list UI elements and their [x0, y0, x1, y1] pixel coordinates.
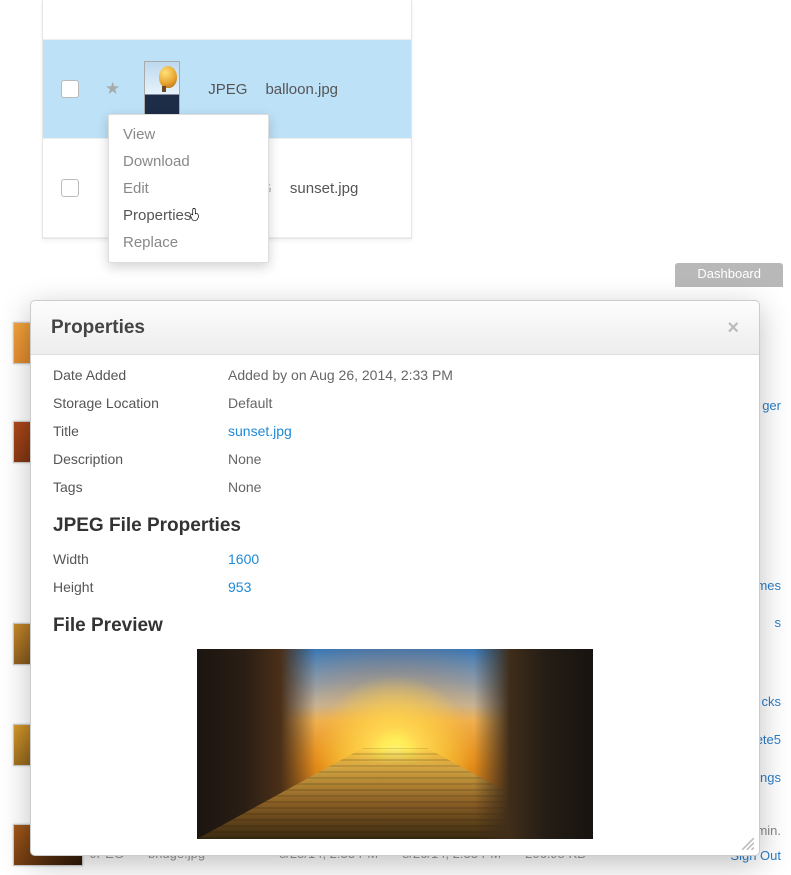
bg-link[interactable]: ger — [762, 398, 781, 413]
bg-link[interactable]: cks — [762, 694, 782, 709]
resize-grip-icon[interactable] — [741, 837, 755, 851]
file-preview-image — [197, 649, 593, 839]
prop-value-link[interactable]: 1600 — [228, 551, 259, 567]
modal-header: Properties × — [31, 301, 759, 355]
prop-value: Added by on Aug 26, 2014, 2:33 PM — [228, 367, 453, 383]
modal-body: Date Added Added by on Aug 26, 2014, 2:3… — [31, 355, 759, 855]
prop-row: Width 1600 — [53, 545, 737, 573]
context-menu-download[interactable]: Download — [109, 148, 268, 175]
pointer-cursor-icon — [189, 207, 203, 225]
star-icon[interactable]: ★ — [105, 79, 120, 99]
properties-modal: Properties × Date Added Added by on Aug … — [30, 300, 760, 856]
context-menu-replace[interactable]: Replace — [109, 229, 268, 256]
prop-value-link[interactable]: sunset.jpg — [228, 423, 292, 439]
prop-row: Height 953 — [53, 573, 737, 601]
dashboard-tab[interactable]: Dashboard — [675, 263, 783, 287]
file-name: sunset.jpg — [290, 180, 358, 197]
file-thumbnail[interactable] — [144, 61, 180, 117]
prop-row: Tags None — [53, 473, 737, 501]
prop-label: Tags — [53, 479, 228, 495]
prop-label: Description — [53, 451, 228, 467]
close-icon[interactable]: × — [727, 318, 739, 338]
prop-value: None — [228, 479, 261, 495]
prop-value: Default — [228, 395, 272, 411]
prop-label: Height — [53, 579, 228, 595]
prop-value: None — [228, 451, 261, 467]
prop-row: Date Added Added by on Aug 26, 2014, 2:3… — [53, 361, 737, 389]
prop-value-link[interactable]: 953 — [228, 579, 251, 595]
prop-row: Description None — [53, 445, 737, 473]
prop-label: Date Added — [53, 367, 228, 383]
file-type: JPEG — [208, 81, 247, 98]
prop-label: Width — [53, 551, 228, 567]
context-menu-edit[interactable]: Edit — [109, 175, 268, 202]
modal-title: Properties — [51, 317, 145, 339]
file-list-header — [43, 0, 411, 40]
prop-label: Storage Location — [53, 395, 228, 411]
bg-link[interactable]: mes — [756, 578, 781, 593]
bg-text: min. — [756, 823, 781, 838]
file-preview-heading: File Preview — [53, 615, 737, 637]
context-menu: View Download Edit Properties Replace — [108, 114, 269, 263]
file-name: balloon.jpg — [265, 81, 338, 98]
prop-row: Storage Location Default — [53, 389, 737, 417]
prop-label: Title — [53, 423, 228, 439]
bg-link[interactable]: s — [775, 615, 782, 630]
context-menu-view[interactable]: View — [109, 121, 268, 148]
row-checkbox[interactable] — [61, 179, 79, 197]
jpeg-props-heading: JPEG File Properties — [53, 515, 737, 537]
prop-row: Title sunset.jpg — [53, 417, 737, 445]
row-checkbox[interactable] — [61, 80, 79, 98]
